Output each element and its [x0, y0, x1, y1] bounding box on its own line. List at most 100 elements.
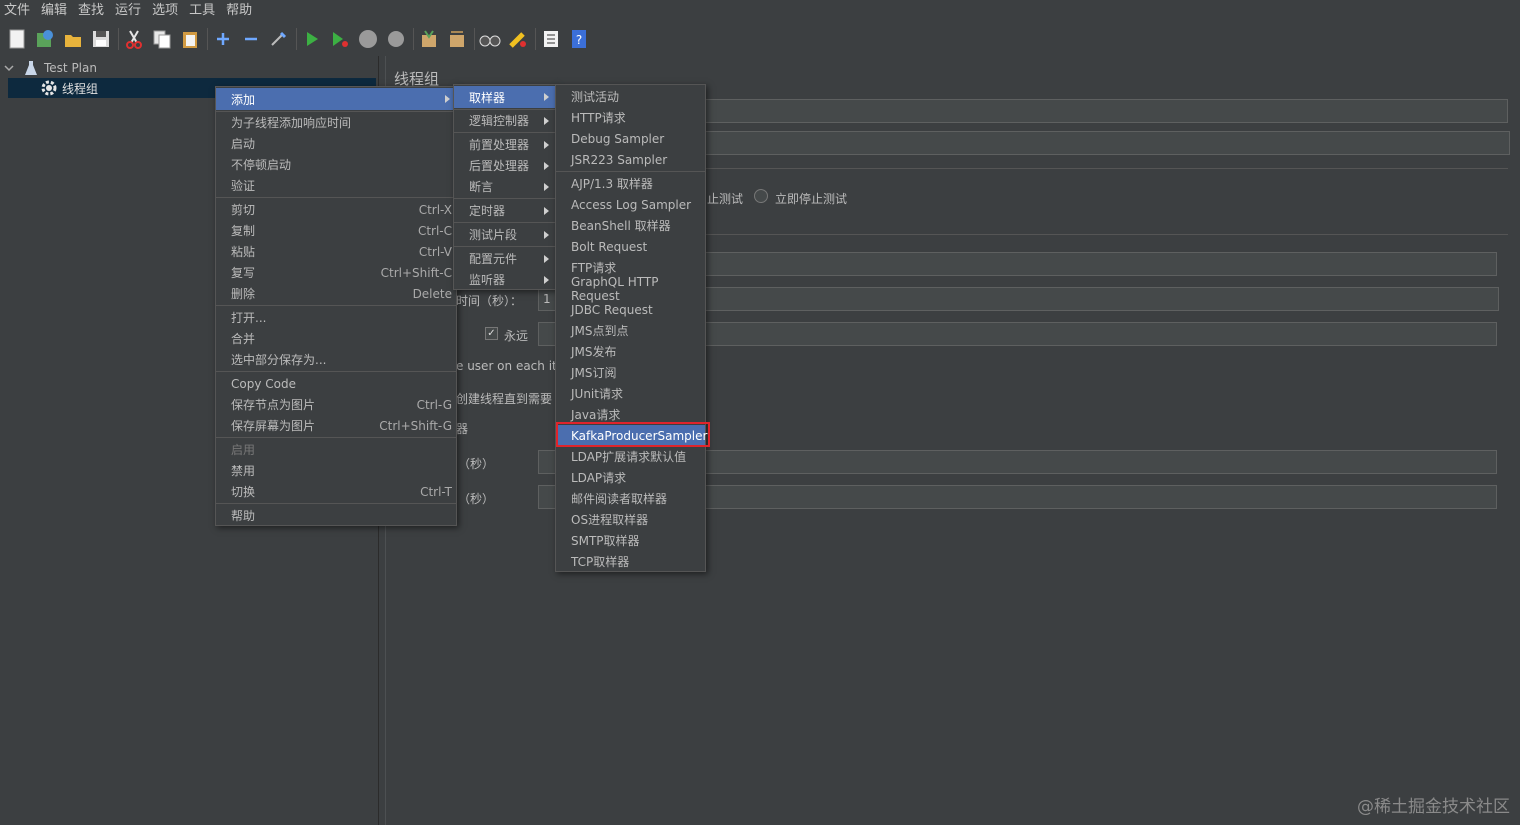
start-icon[interactable] — [301, 28, 323, 50]
menu-item-os-process-sampler[interactable]: OS进程取样器 — [556, 509, 705, 530]
comments-field[interactable] — [704, 131, 1510, 155]
add-submenu: 取样器 逻辑控制器 前置处理器 后置处理器 断言 定时器 测试片段 配置元件 监… — [453, 84, 556, 290]
clear-all-icon[interactable] — [446, 28, 468, 50]
menu-item-add[interactable]: 添加 — [216, 88, 456, 110]
menu-item-delete[interactable]: 删除 Delete — [216, 283, 456, 304]
menu-item-copy-code[interactable]: Copy Code — [216, 373, 456, 394]
menu-item-save-selection-as[interactable]: 选中部分保存为... — [216, 349, 456, 370]
expand-icon[interactable] — [212, 28, 234, 50]
svg-text:?: ? — [576, 33, 582, 47]
shutdown-icon[interactable] — [385, 28, 407, 50]
function-helper-icon[interactable] — [540, 28, 562, 50]
chevron-down-icon[interactable] — [4, 63, 14, 73]
menu-item-ldap-extended-request[interactable]: LDAP扩展请求默认值 — [556, 446, 705, 467]
menu-item-sampler[interactable]: 取样器 — [454, 86, 555, 108]
stop-now-radio[interactable] — [754, 189, 768, 203]
start-no-pause-icon[interactable] — [329, 28, 351, 50]
name-field[interactable] — [704, 99, 1508, 123]
new-icon[interactable] — [6, 28, 28, 50]
menu-item-mail-reader-sampler[interactable]: 邮件阅读者取样器 — [556, 488, 705, 509]
menu-item-toggle[interactable]: 切换 Ctrl-T — [216, 481, 456, 502]
toolbar-separator — [207, 28, 208, 50]
help-icon[interactable]: ? — [568, 28, 590, 50]
menu-separator — [216, 437, 456, 438]
menu-item-jms-publisher[interactable]: JMS发布 — [556, 341, 705, 362]
menu-item-jms-subscriber[interactable]: JMS订阅 — [556, 362, 705, 383]
watermark: @稀土掘金技术社区 — [1357, 797, 1510, 817]
menu-item-junit-request[interactable]: JUnit请求 — [556, 383, 705, 404]
menu-help[interactable]: 帮助 — [221, 0, 258, 22]
toolbar-separator — [535, 28, 536, 50]
divider — [704, 168, 1508, 169]
menu-item-beanshell-sampler[interactable]: BeanShell 取样器 — [556, 215, 705, 236]
menu-item-access-log-sampler[interactable]: Access Log Sampler — [556, 194, 705, 215]
menu-item-debug-sampler[interactable]: Debug Sampler — [556, 128, 705, 149]
menu-item-config-element[interactable]: 配置元件 — [454, 248, 555, 269]
menu-item-pre-processor[interactable]: 前置处理器 — [454, 134, 555, 155]
menu-item-jsr223-sampler[interactable]: JSR223 Sampler — [556, 149, 705, 170]
menu-item-bolt-request[interactable]: Bolt Request — [556, 236, 705, 257]
menu-item-save-screen-image[interactable]: 保存屏幕为图片 Ctrl+Shift-G — [216, 415, 456, 436]
stop-icon[interactable] — [357, 28, 379, 50]
sampler-submenu: 测试活动 HTTP请求 Debug Sampler JSR223 Sampler… — [555, 84, 707, 572]
menu-item-validate[interactable]: 验证 — [216, 175, 456, 196]
menu-item-http-request[interactable]: HTTP请求 — [556, 107, 705, 128]
menu-item-add-response-time[interactable]: 为子线程添加响应时间 — [216, 112, 456, 133]
menu-item-cut[interactable]: 剪切 Ctrl-X — [216, 199, 456, 220]
menu-item-help[interactable]: 帮助 — [216, 505, 456, 526]
templates-icon[interactable] — [34, 28, 56, 50]
menu-item-merge[interactable]: 合并 — [216, 328, 456, 349]
menu-separator — [216, 503, 456, 504]
save-icon[interactable] — [90, 28, 112, 50]
menu-item-post-processor[interactable]: 后置处理器 — [454, 155, 555, 176]
menu-item-copy[interactable]: 复制 Ctrl-C — [216, 220, 456, 241]
menu-options[interactable]: 选项 — [147, 0, 184, 22]
paste-icon[interactable] — [179, 28, 201, 50]
menu-separator — [216, 371, 456, 372]
menu-item-logic-controller[interactable]: 逻辑控制器 — [454, 110, 555, 131]
cut-icon[interactable] — [123, 28, 145, 50]
menu-item-jms-point-to-point[interactable]: JMS点到点 — [556, 320, 705, 341]
ramp-up-value: 1 — [543, 292, 551, 306]
menu-item-start[interactable]: 启动 — [216, 133, 456, 154]
toggle-icon[interactable] — [268, 28, 290, 50]
menu-item-paste[interactable]: 粘贴 Ctrl-V — [216, 241, 456, 262]
menu-item-smtp-sampler[interactable]: SMTP取样器 — [556, 530, 705, 551]
menu-item-disable[interactable]: 禁用 — [216, 460, 456, 481]
menu-item-enable: 启用 — [231, 443, 256, 457]
menu-item-listener[interactable]: 监听器 — [454, 269, 555, 290]
reset-search-icon[interactable] — [507, 28, 529, 50]
menu-separator — [454, 222, 555, 223]
toolbar-separator — [296, 28, 297, 50]
menu-edit[interactable]: 编辑 — [36, 0, 73, 22]
menu-separator — [556, 171, 705, 172]
menu-item-start-no-pause[interactable]: 不停顿启动 — [216, 154, 456, 175]
menu-item-test-fragment[interactable]: 测试片段 — [454, 224, 555, 245]
menu-item-save-node-image[interactable]: 保存节点为图片 Ctrl-G — [216, 394, 456, 415]
menu-run[interactable]: 运行 — [110, 0, 147, 22]
collapse-icon[interactable] — [240, 28, 262, 50]
copy-icon[interactable] — [151, 28, 173, 50]
menu-tools[interactable]: 工具 — [184, 0, 221, 22]
menubar: 文件 编辑 查找 运行 选项 工具 帮助 — [0, 0, 1520, 22]
forever-checkbox[interactable]: ✓ — [485, 327, 498, 340]
menu-item-jdbc-request[interactable]: JDBC Request — [556, 299, 705, 320]
search-icon[interactable] — [479, 28, 501, 50]
clear-icon[interactable] — [418, 28, 440, 50]
open-icon[interactable] — [62, 28, 84, 50]
menu-item-graphql-request[interactable]: GraphQL HTTP Request — [556, 275, 705, 303]
menu-search[interactable]: 查找 — [73, 0, 110, 22]
menu-item-open[interactable]: 打开... — [216, 307, 456, 328]
tree-node-test-plan[interactable]: Test Plan — [0, 58, 378, 78]
toolbar-separator — [413, 28, 414, 50]
menu-item-timer[interactable]: 定时器 — [454, 200, 555, 221]
menu-item-tcp-sampler[interactable]: TCP取样器 — [556, 551, 705, 572]
menu-item-duplicate[interactable]: 复写 Ctrl+Shift-C — [216, 262, 456, 283]
menu-file[interactable]: 文件 — [0, 0, 36, 22]
tree-label-thread-group: 线程组 — [62, 81, 99, 96]
menu-item-ajp-sampler[interactable]: AJP/1.3 取样器 — [556, 173, 705, 194]
thread-count-field[interactable] — [704, 252, 1497, 276]
menu-item-assertion[interactable]: 断言 — [454, 176, 555, 197]
menu-item-ldap-request[interactable]: LDAP请求 — [556, 467, 705, 488]
menu-item-flow-control-action[interactable]: 测试活动 — [556, 86, 705, 107]
